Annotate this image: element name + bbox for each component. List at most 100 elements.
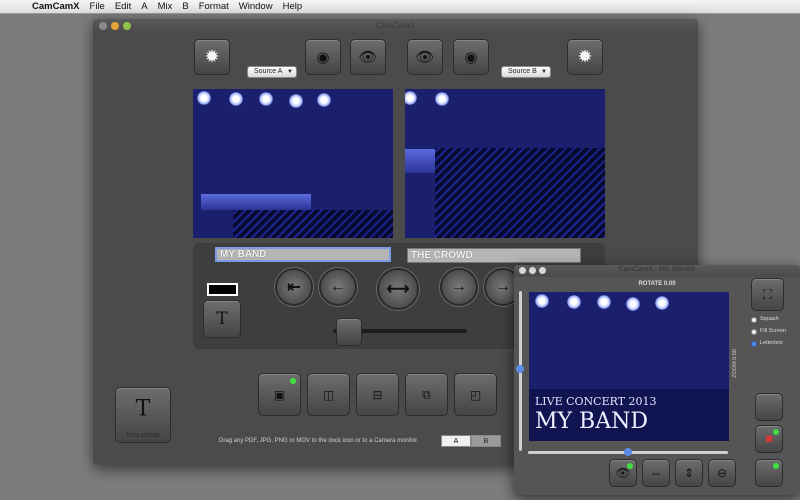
fit-width-icon: ⇔ [650,466,662,480]
source-b-select[interactable]: Source B ▼ [501,66,551,78]
radio-squash[interactable] [751,317,757,323]
mix-eye-button[interactable]: 👁 [609,459,637,487]
menu-b[interactable]: B [182,1,188,12]
overlay-subtitle: LIVE CONCERT 2013 [535,395,657,408]
eye-icon: 👁 [358,49,378,66]
stage-light [317,93,331,107]
fullscreen-button[interactable]: ⛶ [751,278,784,311]
zoom-out-button[interactable]: ⊖ [708,459,736,487]
title-b-input[interactable]: THE CROWD [407,248,581,263]
stage-light [259,92,273,106]
radio-letterbox[interactable] [751,341,757,347]
source-a-label: Source A [254,68,283,75]
mode-corner-button[interactable]: ◰ [454,373,497,416]
title-a-input[interactable]: MY BAND [215,247,391,262]
crowd [435,148,605,238]
swap-icon: ⟷ [386,281,410,298]
camera-b-button[interactable]: ◉ [453,39,489,75]
radio-letterbox-label: Letterbox [760,340,783,346]
active-indicator [773,429,779,435]
eye-icon: 👁 [415,49,435,66]
menu-app-name[interactable]: CamCamX [32,1,80,12]
stage-light [435,92,449,106]
horizontal-slider-knob[interactable] [624,448,632,456]
brightness-b-button[interactable]: ✹ [567,39,603,75]
menu-help[interactable]: Help [283,1,303,12]
mix-titlebar: CamCamX - Mix Monitor [514,265,800,277]
mode-pip-button[interactable]: ▣ [258,373,301,416]
stage-light [229,92,243,106]
active-indicator [773,463,779,469]
camera-a-button[interactable]: ◉ [305,39,341,75]
camera-icon: ◙ [765,433,773,445]
mode-split-button[interactable]: ⊟ [356,373,399,416]
menu-window[interactable]: Window [239,1,273,12]
fit-height-button[interactable]: ⇕ [675,459,703,487]
eye-a-button[interactable]: 👁 [350,39,386,75]
mix-monitor-preview[interactable]: LIVE CONCERT 2013 MY BAND [529,292,729,441]
chevron-down-icon: ▼ [287,69,293,75]
menu-a[interactable]: A [141,1,147,12]
output-button[interactable] [755,459,783,487]
stage-light [289,94,303,108]
title-t-icon: T [216,309,228,329]
side-by-side-icon: ◫ [322,387,335,402]
crowd [233,210,393,238]
mix-monitor-window: CamCamX - Mix Monitor ROTATE 0.00 LIVE C… [514,265,800,495]
stage-light [535,294,549,308]
eye-b-button[interactable]: 👁 [407,39,443,75]
brightness-a-button[interactable]: ✹ [194,39,230,75]
arrow-right-icon: → [451,278,467,295]
camera-icon: ◉ [316,49,330,66]
title-editor-label: TITLE EDITOR [126,433,160,439]
snapshot-button[interactable]: ◙ [755,425,783,453]
title-editor-button[interactable]: T TITLE EDITOR [115,387,171,443]
fullscreen-icon: ⛶ [762,286,773,302]
mode-overlay-button[interactable]: ⧉ [405,373,448,416]
zoom-label: ZOOM 0.50 [732,349,738,378]
camera-monitor-b[interactable] [405,89,605,238]
toggle-b-button[interactable]: B [471,435,501,447]
chevron-down-icon: ▼ [541,69,547,75]
fit-height-icon: ⇕ [683,466,695,480]
mode-side-by-side-button[interactable]: ◫ [307,373,350,416]
sun-icon: ✹ [204,46,220,67]
menu-mix[interactable]: Mix [158,1,173,12]
radio-squash-label: Squash [760,316,779,322]
rotate-slider-knob[interactable] [516,365,524,373]
camera-monitor-a[interactable] [193,89,393,238]
source-b-label: Source B [508,68,537,75]
main-titlebar: CamCamX [93,19,698,33]
overlay-icon: ⧉ [422,387,431,401]
pip-icon: ▣ [273,387,286,402]
forward-button[interactable]: → [440,268,478,306]
sun-icon: ✹ [577,46,593,67]
menu-format[interactable]: Format [199,1,229,12]
title-t-icon: T [135,396,151,422]
crossfade-knob[interactable] [336,318,363,346]
radio-fill-screen-label: Fill Screen [760,328,786,334]
swap-button[interactable]: ⟷ [377,268,419,310]
main-window-title: CamCamX [375,21,416,30]
title-color-swatch[interactable] [207,283,238,296]
overlay-title: MY BAND [535,409,648,434]
stage-light [405,91,417,105]
menu-file[interactable]: File [90,1,105,12]
source-a-select[interactable]: Source A ▼ [247,66,297,78]
skip-back-icon: ⇤ [287,279,301,296]
skip-back-button[interactable]: ⇤ [275,268,313,306]
toggle-a-button[interactable]: A [441,435,471,447]
radio-fill-screen[interactable] [751,329,757,335]
drop-hint: Drag any PDF, JPG, PNG or MOV to the doc… [219,438,419,444]
stage-light [626,297,640,311]
stage-light [597,295,611,309]
active-indicator [290,378,296,384]
fit-width-button[interactable]: ⇔ [642,459,670,487]
back-button[interactable]: ← [319,268,357,306]
menu-edit[interactable]: Edit [115,1,131,12]
stage-light [567,295,581,309]
split-icon: ⊟ [372,387,383,402]
mix-option-button[interactable] [755,393,783,421]
title-toggle-button[interactable]: T [203,300,241,338]
stage [201,194,311,210]
